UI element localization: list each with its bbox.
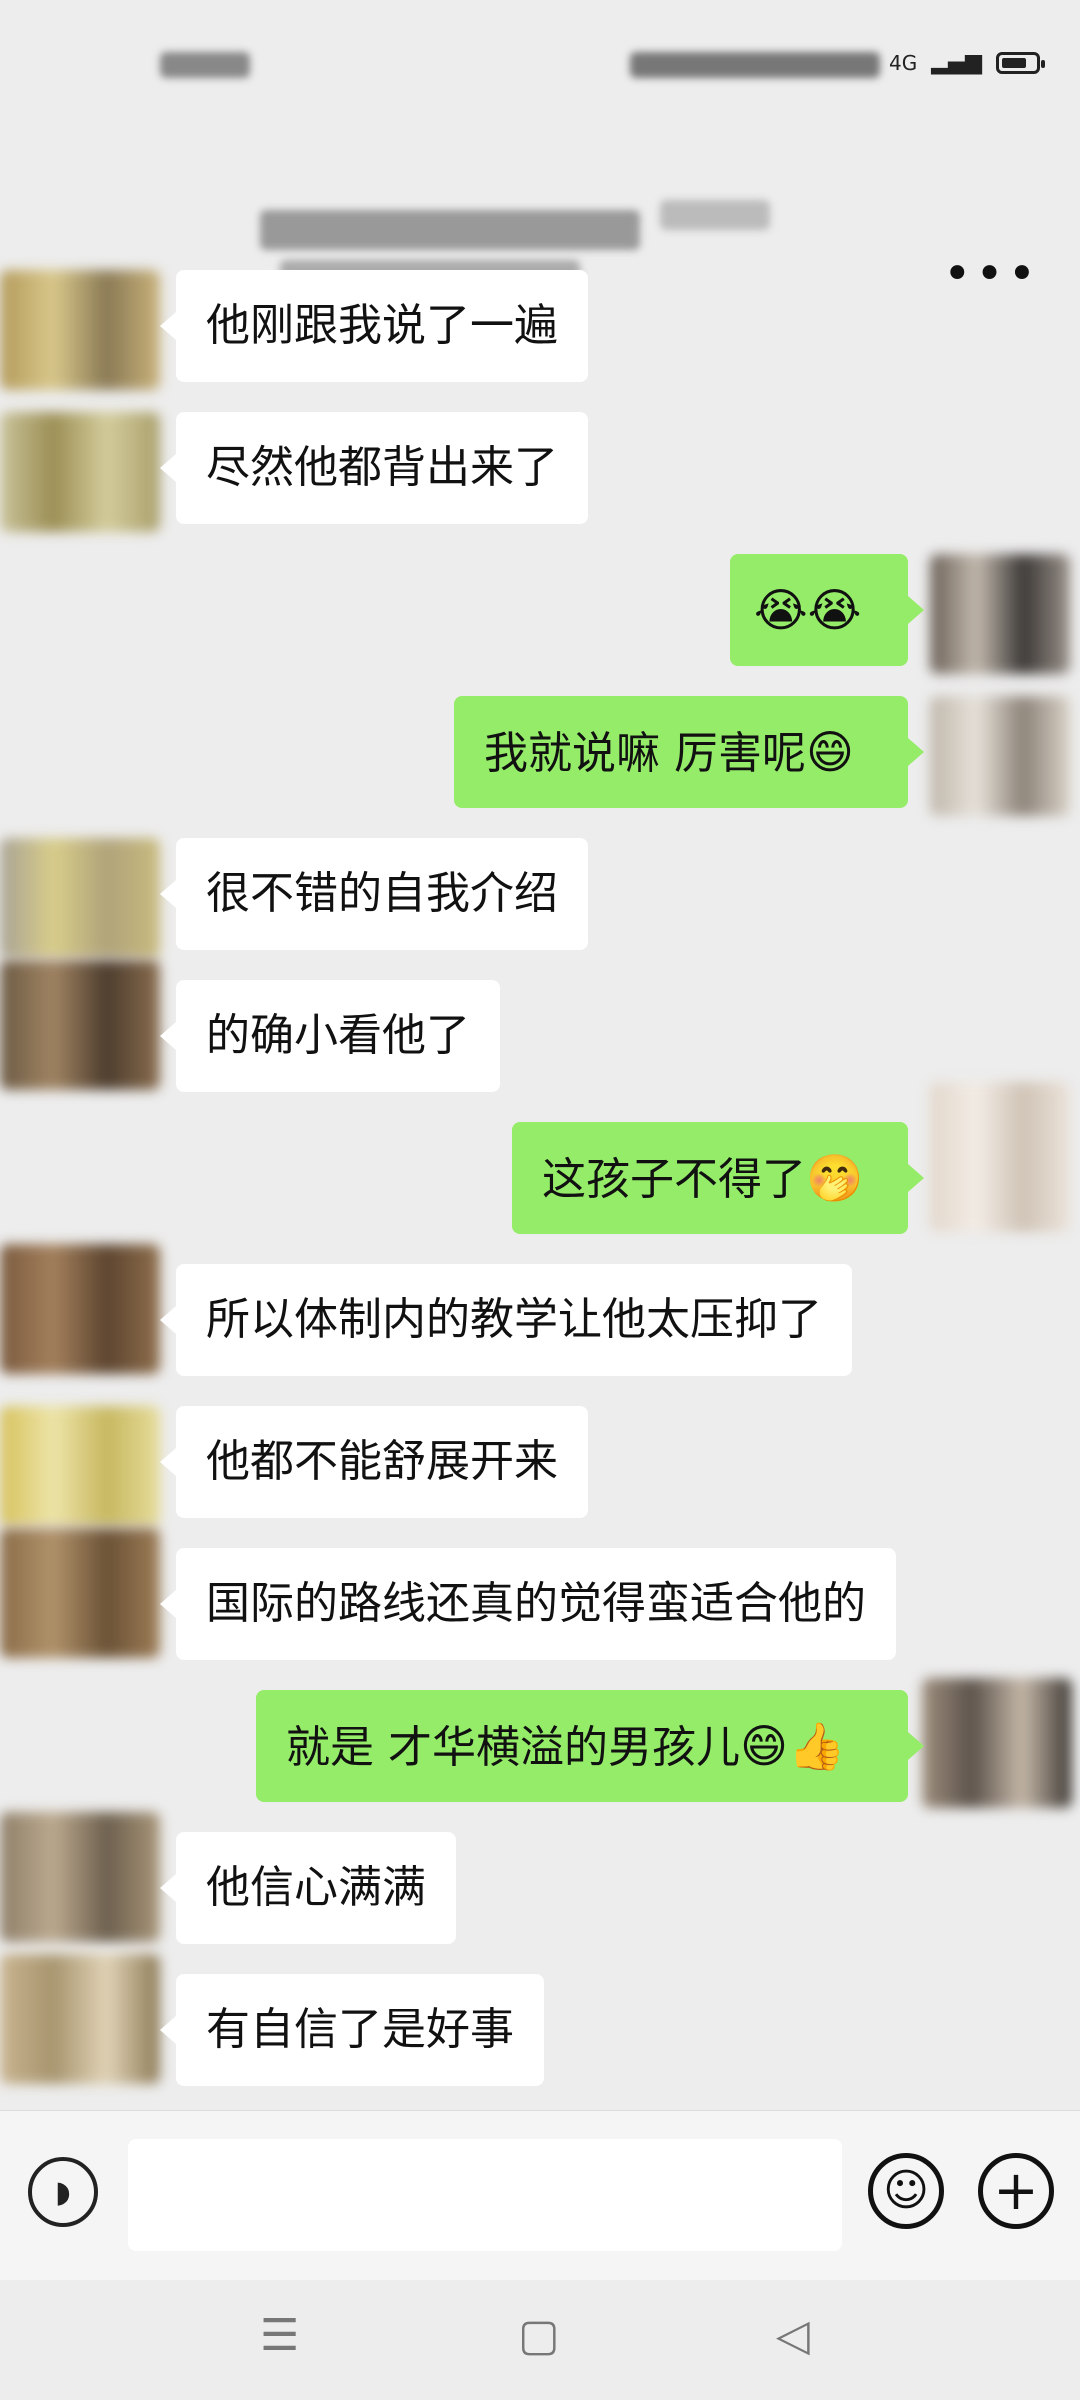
avatar[interactable]: [0, 270, 160, 390]
home-icon[interactable]: ▢: [518, 2310, 560, 2361]
message-text: 很不错的自我介绍: [206, 868, 558, 919]
message-bubble[interactable]: 尽然他都背出来了: [176, 412, 588, 524]
system-nav-bar: ☰ ▢ ◁: [0, 2280, 1080, 2400]
emoji-button[interactable]: ☺: [868, 2153, 944, 2229]
hand-over-mouth-emoji-icon: 🤭: [806, 1151, 864, 1205]
grin-thumbs-up-emoji-icon: 😄👍: [740, 1719, 846, 1773]
message-text: 所以体制内的教学让他太压抑了: [206, 1294, 822, 1345]
smiley-icon: ☺: [883, 2165, 929, 2216]
message-text: 这孩子不得了: [542, 1154, 806, 1205]
message-text: 他刚跟我说了一遍: [206, 300, 558, 351]
avatar[interactable]: [930, 554, 1070, 674]
title-bar: •••: [0, 100, 1080, 298]
message-bubble[interactable]: 就是 才华横溢的男孩儿😄👍: [256, 1690, 908, 1802]
message-text: 国际的路线还真的觉得蛮适合他的: [206, 1578, 866, 1629]
message-text: 他信心满满: [206, 1862, 426, 1913]
menu-icon[interactable]: ☰: [260, 2310, 299, 2361]
voice-input-button[interactable]: ◗: [28, 2157, 98, 2227]
crying-laughing-emoji-icon: 😭😭: [754, 583, 862, 637]
avatar[interactable]: [922, 1678, 1072, 1808]
message-bubble[interactable]: 所以体制内的教学让他太压抑了: [176, 1264, 852, 1376]
message-bubble[interactable]: 他刚跟我说了一遍: [176, 270, 588, 382]
message-text: 我就说嘛 厉害呢: [484, 728, 806, 779]
grin-emoji-icon: 😄: [806, 725, 854, 779]
message-bubble[interactable]: 国际的路线还真的觉得蛮适合他的: [176, 1548, 896, 1660]
message-input[interactable]: [128, 2139, 842, 2251]
signal-icon: ▂▄▆: [931, 50, 982, 75]
avatar[interactable]: [0, 1812, 160, 1942]
avatar[interactable]: [930, 696, 1070, 816]
network-label: 4G: [889, 50, 918, 75]
status-icons-blurred: [630, 52, 880, 78]
voice-icon: ◗: [55, 2174, 71, 2210]
battery-icon: [996, 51, 1045, 74]
plus-icon: +: [993, 2159, 1039, 2222]
more-options-button[interactable]: •••: [943, 250, 1040, 298]
message-bubble[interactable]: 有自信了是好事: [176, 1974, 544, 2086]
message-bubble[interactable]: 他都不能舒展开来: [176, 1406, 588, 1518]
message-text: 尽然他都背出来了: [206, 442, 558, 493]
avatar[interactable]: [0, 1406, 160, 1526]
message-text: 就是 才华横溢的男孩儿: [286, 1722, 740, 1773]
avatar[interactable]: [0, 1244, 160, 1374]
back-icon[interactable]: ◁: [776, 2310, 810, 2361]
message-text: 的确小看他了: [206, 1010, 470, 1061]
avatar[interactable]: [930, 1082, 1070, 1232]
message-text: 有自信了是好事: [206, 2004, 514, 2055]
message-bubble[interactable]: 的确小看他了: [176, 980, 500, 1092]
message-bubble[interactable]: 他信心满满: [176, 1832, 456, 1944]
message-bubble[interactable]: 我就说嘛 厉害呢😄: [454, 696, 908, 808]
avatar[interactable]: [0, 838, 160, 958]
more-functions-button[interactable]: +: [978, 2153, 1054, 2229]
message-bubble[interactable]: 这孩子不得了🤭: [512, 1122, 908, 1234]
avatar[interactable]: [0, 1528, 160, 1658]
status-bar: 4G ▂▄▆: [0, 0, 1080, 100]
message-bubble[interactable]: 😭😭: [730, 554, 908, 666]
time-blurred: [160, 52, 250, 78]
avatar[interactable]: [0, 412, 160, 532]
status-indicators: 4G ▂▄▆: [889, 50, 1045, 75]
input-bar: ◗ ☺ +: [0, 2110, 1080, 2281]
message-text: 他都不能舒展开来: [206, 1436, 558, 1487]
avatar[interactable]: [0, 1954, 160, 2084]
avatar[interactable]: [0, 960, 160, 1090]
message-bubble[interactable]: 很不错的自我介绍: [176, 838, 588, 950]
